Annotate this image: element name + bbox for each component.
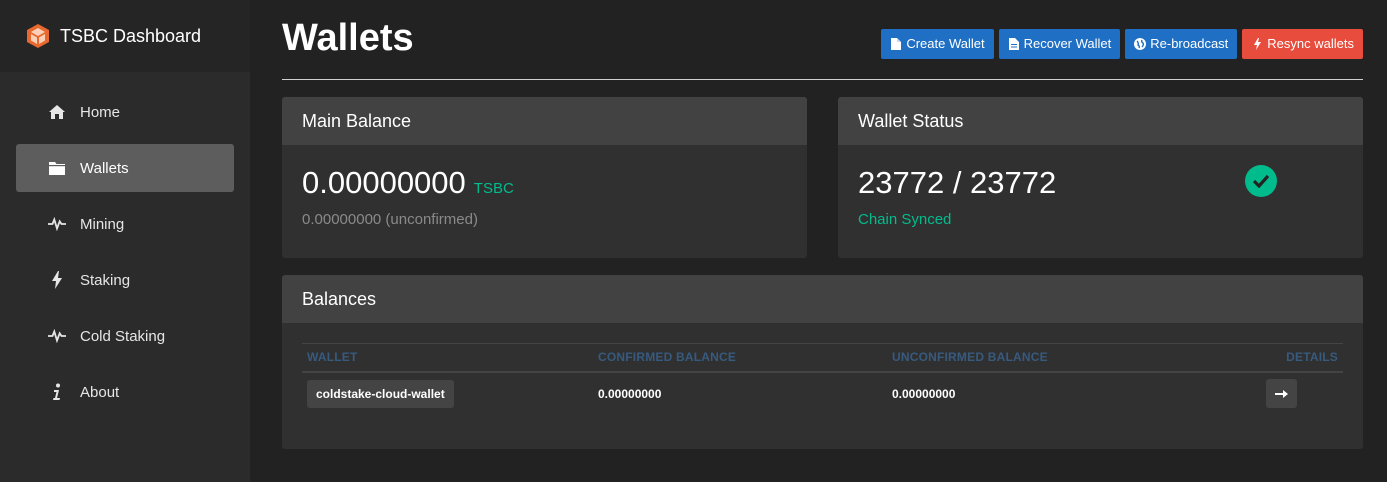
unconfirmed-balance-cell: 0.00000000	[892, 386, 956, 401]
recover-wallet-button[interactable]: Recover Wallet	[998, 28, 1121, 59]
check-circle-icon	[1245, 165, 1277, 197]
bolt-icon	[1251, 37, 1263, 50]
header-actions: Create Wallet Recover Wallet Re-broadcas…	[881, 28, 1363, 59]
resync-wallets-label: Resync wallets	[1267, 36, 1354, 51]
sidebar-item-label: Staking	[80, 271, 131, 289]
column-header-unconfirmed: UNCONFIRMED BALANCE	[887, 343, 1193, 373]
balances-title: Balances	[282, 275, 1363, 323]
sidebar: TSBC Dashboard Home Wallets Mining Staki…	[0, 0, 250, 482]
pulse-icon	[48, 215, 66, 233]
wallet-status-card: Wallet Status 23772 / 23772 Chain Synced	[838, 97, 1363, 258]
sidebar-item-label: Cold Staking	[80, 327, 166, 345]
home-icon	[48, 103, 66, 121]
cube-logo-icon	[24, 22, 52, 50]
sidebar-item-wallets[interactable]: Wallets	[16, 144, 234, 192]
file-text-icon	[1008, 37, 1020, 50]
sidebar-item-about[interactable]: About	[16, 368, 234, 416]
sidebar-item-label: Mining	[80, 215, 125, 233]
resync-wallets-button[interactable]: Resync wallets	[1242, 28, 1363, 59]
main-balance-unit: TSBC	[473, 180, 514, 197]
wallet-name-tag[interactable]: coldstake-cloud-wallet	[307, 379, 454, 408]
wallet-cell: coldstake-cloud-wallet	[302, 372, 593, 414]
globe-icon	[1134, 37, 1147, 50]
main-balance-title: Main Balance	[282, 97, 807, 145]
summary-row: Main Balance 0.00000000 TSBC 0.00000000 …	[282, 97, 1363, 258]
info-icon	[48, 383, 66, 401]
sidebar-item-label: Home	[80, 103, 121, 121]
arrow-right-icon	[1275, 389, 1288, 398]
column-header-confirmed: CONFIRMED BALANCE	[593, 343, 887, 373]
main-content: Wallets Create Wallet Recover Wallet Re-…	[250, 0, 1387, 482]
main-balance-card: Main Balance 0.00000000 TSBC 0.00000000 …	[282, 97, 807, 258]
sidebar-item-home[interactable]: Home	[16, 88, 234, 136]
sidebar-item-staking[interactable]: Staking	[16, 256, 234, 304]
bolt-icon	[48, 271, 66, 289]
brand[interactable]: TSBC Dashboard	[0, 0, 250, 72]
table-header-row: WALLET CONFIRMED BALANCE UNCONFIRMED BAL…	[302, 343, 1343, 373]
unconfirmed-balance: 0.00000000 (unconfirmed)	[302, 211, 478, 228]
recover-wallet-label: Recover Wallet	[1023, 36, 1112, 51]
wallet-status-title: Wallet Status	[838, 97, 1363, 145]
rebroadcast-button[interactable]: Re-broadcast	[1125, 28, 1238, 59]
sidebar-item-cold-staking[interactable]: Cold Staking	[16, 312, 234, 360]
main-balance-body: 0.00000000 TSBC 0.00000000 (unconfirmed)	[282, 145, 807, 248]
balances-table-wrap: WALLET CONFIRMED BALANCE UNCONFIRMED BAL…	[282, 323, 1363, 414]
column-header-wallet: WALLET	[302, 343, 593, 373]
page-header: Wallets Create Wallet Recover Wallet Re-…	[282, 0, 1363, 80]
confirmed-balance-cell: 0.00000000	[598, 386, 662, 401]
sidebar-nav: Home Wallets Mining Staking Cold Staking…	[0, 72, 250, 416]
wallet-status-body: 23772 / 23772 Chain Synced	[838, 145, 1363, 248]
table-row: coldstake-cloud-wallet 0.00000000 0.0000…	[302, 372, 1343, 414]
create-wallet-label: Create Wallet	[906, 36, 985, 51]
folder-icon	[48, 159, 66, 177]
column-header-details: DETAILS	[1192, 343, 1343, 373]
sidebar-item-label: About	[80, 383, 120, 401]
create-wallet-button[interactable]: Create Wallet	[881, 28, 994, 59]
balances-table: WALLET CONFIRMED BALANCE UNCONFIRMED BAL…	[302, 343, 1343, 414]
app: TSBC Dashboard Home Wallets Mining Staki…	[0, 0, 1387, 482]
main-balance-amount-row: 0.00000000 TSBC	[302, 165, 787, 201]
details-button[interactable]	[1266, 379, 1297, 408]
main-balance-amount: 0.00000000	[302, 165, 466, 200]
page-title: Wallets	[282, 17, 414, 59]
sync-status-text: Chain Synced	[858, 211, 952, 228]
balances-card: Balances WALLET CONFIRMED BALANCE UNCONF…	[282, 275, 1363, 449]
sidebar-item-label: Wallets	[80, 159, 129, 177]
sidebar-item-mining[interactable]: Mining	[16, 200, 234, 248]
rebroadcast-label: Re-broadcast	[1150, 36, 1229, 51]
brand-title: TSBC Dashboard	[60, 25, 202, 46]
file-icon	[890, 37, 902, 50]
pulse-icon	[48, 327, 66, 345]
details-cell	[1192, 372, 1343, 414]
